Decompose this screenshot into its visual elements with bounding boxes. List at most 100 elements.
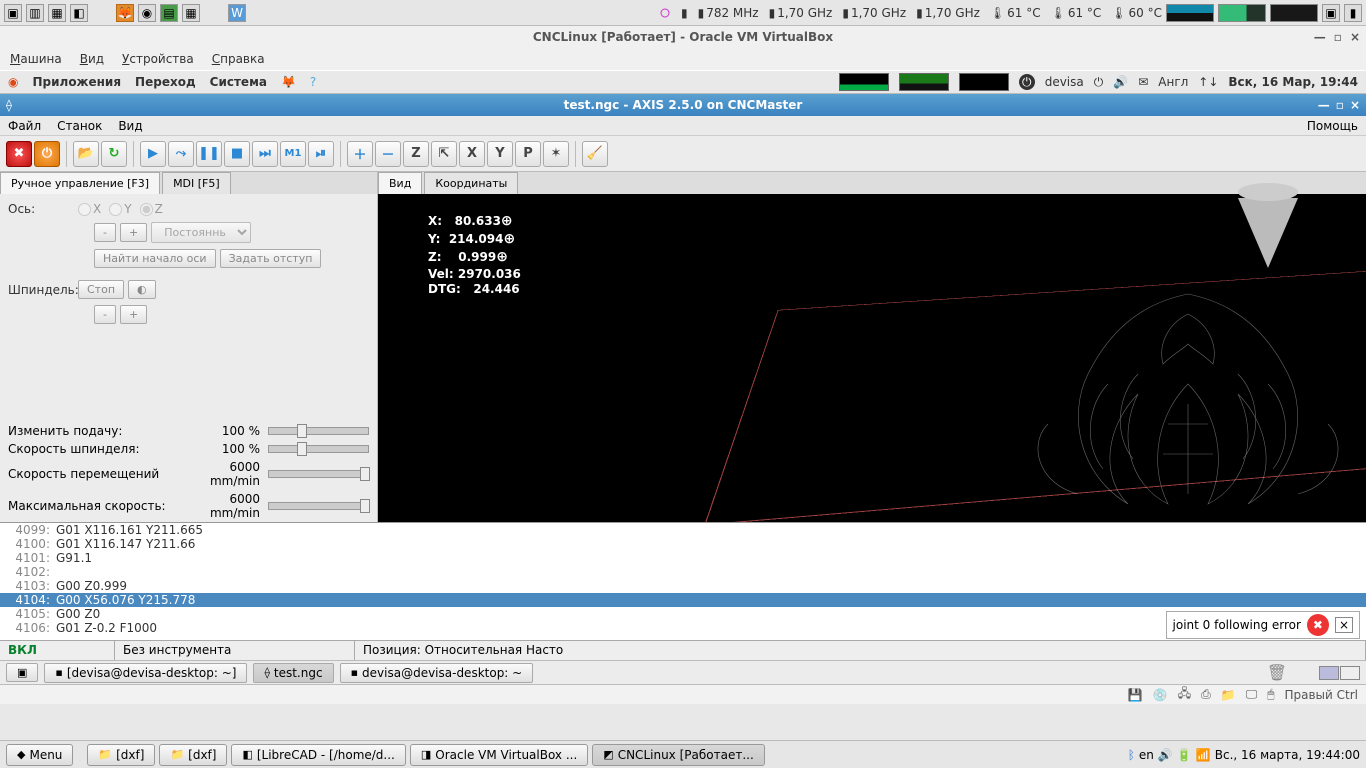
workspace-switcher-icon[interactable]: ▦ (48, 4, 66, 22)
preview-canvas[interactable]: X: 80.633⊕ Y: 214.094⊕ Z: 0.999⊕ Vel: 29… (378, 194, 1366, 522)
gcode-line[interactable]: 4104:G00 X56.076 Y215.778 (0, 593, 1366, 607)
task-cnclinux[interactable]: ◩ CNCLinux [Работает... (592, 744, 764, 766)
user-name[interactable]: devisa (1045, 75, 1084, 89)
gcode-line[interactable]: 4100:G01 X116.147 Y211.66 (0, 537, 1366, 551)
show-desktop-icon[interactable]: ▣ (4, 4, 22, 22)
vbox-mouse-icon[interactable]: 🖱 (1267, 687, 1274, 702)
home-axis-button[interactable]: Найти начало оси (94, 249, 216, 268)
close-icon[interactable]: × (1350, 98, 1360, 112)
spindle-override-slider[interactable] (268, 445, 369, 453)
gcode-line[interactable]: 4102: (0, 565, 1366, 579)
vbox-menu-view[interactable]: Вид (80, 52, 104, 66)
feed-override-slider[interactable] (268, 427, 369, 435)
menu-system[interactable]: Система (210, 75, 267, 89)
view-y-button[interactable]: Y (487, 141, 513, 167)
vbox-net-icon[interactable]: 🖧 (1178, 684, 1191, 705)
minimize-icon[interactable]: — (1318, 98, 1330, 112)
mem-monitor[interactable] (899, 73, 949, 91)
view-z-button[interactable]: Z (403, 141, 429, 167)
menu-file[interactable]: Файл (8, 119, 41, 133)
zoom-out-button[interactable]: － (375, 141, 401, 167)
view-x-button[interactable]: X (459, 141, 485, 167)
clock[interactable]: Вск, 16 Мар, 19:44 (1228, 75, 1358, 89)
vbox-menu-machine[interactable]: Машина (10, 52, 62, 66)
spindle-dir-button[interactable]: ◐ (128, 280, 156, 299)
spindle-plus-button[interactable]: + (120, 305, 147, 324)
m1-button[interactable]: M1 (280, 141, 306, 167)
task-virtualbox[interactable]: ◨ Oracle VM VirtualBox ... (410, 744, 588, 766)
pause-button[interactable]: ❚❚ (196, 141, 222, 167)
start-menu-button[interactable]: ◆ Menu (6, 744, 73, 766)
volume-icon[interactable]: 🔊 (1158, 748, 1173, 762)
close-icon[interactable]: × (1350, 30, 1360, 44)
shutdown-menu-icon[interactable]: ⏻ (1094, 75, 1104, 90)
trash-icon[interactable]: 🗑 (1267, 663, 1287, 682)
tray-app-icon[interactable]: ▮ (1344, 4, 1362, 22)
jog-minus-button[interactable]: - (94, 223, 116, 242)
maximize-icon[interactable]: ▫ (1334, 30, 1342, 44)
stop-button[interactable]: ■ (224, 141, 250, 167)
tray-icon[interactable]: ◧ (70, 4, 88, 22)
task-axis[interactable]: ⟠ test.ngc (253, 663, 333, 683)
vbox-shared-icon[interactable]: 📁 (1221, 688, 1236, 702)
vbox-menu-devices[interactable]: Устройства (122, 52, 194, 66)
vbox-menu-help[interactable]: Справка (212, 52, 265, 66)
skip-button[interactable]: ⏭ (252, 141, 278, 167)
firefox-icon[interactable]: 🦊 (116, 4, 134, 22)
help-launcher-icon[interactable]: ? (310, 75, 316, 89)
zoom-in-button[interactable]: ＋ (347, 141, 373, 167)
step-button[interactable]: ⤳ (168, 141, 194, 167)
lang-indicator[interactable]: Англ (1158, 75, 1188, 89)
menu-view[interactable]: Вид (118, 119, 142, 133)
battery-icon[interactable]: 🔋 (1177, 748, 1192, 762)
tray-app-icon[interactable]: ▣ (1322, 4, 1340, 22)
error-dismiss-icon[interactable]: × (1335, 617, 1353, 633)
clear-plot-button[interactable]: 🧹 (582, 141, 608, 167)
jog-speed-slider[interactable] (268, 470, 369, 478)
max-speed-slider[interactable] (268, 502, 369, 510)
vbox-disc-icon[interactable]: 💿 (1153, 688, 1168, 702)
network-icon[interactable]: 📶 (1196, 748, 1211, 762)
error-close-icon[interactable]: ✖ (1307, 614, 1329, 636)
power-button[interactable]: ⏻ (34, 141, 60, 167)
rotate-button[interactable]: ✶ (543, 141, 569, 167)
task-dxf-2[interactable]: 📁 [dxf] (159, 744, 227, 766)
view-z2-button[interactable]: ⇱ (431, 141, 457, 167)
network-icon[interactable]: ↑↓ (1198, 75, 1218, 89)
vbox-hd-icon[interactable]: 💾 (1128, 688, 1143, 702)
cpu-monitor[interactable] (839, 73, 889, 91)
calculator-icon[interactable]: ▦ (182, 4, 200, 22)
word-icon[interactable]: W (228, 4, 246, 22)
open-file-button[interactable]: 📂 (73, 141, 99, 167)
optional-stop-button[interactable]: ⏯ (308, 141, 334, 167)
bluetooth-icon[interactable]: ᛒ (1128, 748, 1135, 762)
estop-button[interactable]: ✖ (6, 141, 32, 167)
gcode-line[interactable]: 4099:G01 X116.161 Y211.665 (0, 523, 1366, 537)
tab-manual[interactable]: Ручное управление [F3] (0, 172, 160, 194)
gcode-listing[interactable]: 4099:G01 X116.161 Y211.6654100:G01 X116.… (0, 522, 1366, 640)
task-librecad[interactable]: ◧ [LibreCAD - [/home/d... (231, 744, 405, 766)
spindle-minus-button[interactable]: - (94, 305, 116, 324)
gcode-line[interactable]: 4106:G01 Z-0.2 F1000 (0, 621, 1366, 635)
radio-y[interactable]: Y (109, 202, 131, 216)
spreadsheet-icon[interactable]: ▤ (160, 4, 178, 22)
window-list-icon[interactable]: ▥ (26, 4, 44, 22)
task-terminal-2[interactable]: ▪ devisa@devisa-desktop: ~ (340, 663, 534, 683)
firefox-launcher-icon[interactable]: 🦊 (281, 75, 296, 89)
app-icon[interactable]: ◉ (138, 4, 156, 22)
menu-help[interactable]: Помощь (1307, 119, 1358, 133)
menu-applications[interactable]: Приложения (32, 75, 121, 89)
gcode-line[interactable]: 4101:G91.1 (0, 551, 1366, 565)
reload-button[interactable]: ↻ (101, 141, 127, 167)
jog-step-select[interactable]: Постоянный (151, 222, 251, 243)
run-button[interactable]: ▶ (140, 141, 166, 167)
error-notification[interactable]: joint 0 following error ✖ × (1166, 611, 1360, 639)
volume-icon[interactable]: 🔊 (1113, 75, 1128, 89)
mail-icon[interactable]: ✉ (1138, 75, 1148, 89)
view-p-button[interactable]: P (515, 141, 541, 167)
tab-view[interactable]: Вид (378, 172, 422, 194)
tab-mdi[interactable]: MDI [F5] (162, 172, 231, 194)
maximize-icon[interactable]: ▫ (1336, 98, 1344, 112)
spindle-stop-button[interactable]: Стоп (78, 280, 124, 299)
net-monitor[interactable] (959, 73, 1009, 91)
